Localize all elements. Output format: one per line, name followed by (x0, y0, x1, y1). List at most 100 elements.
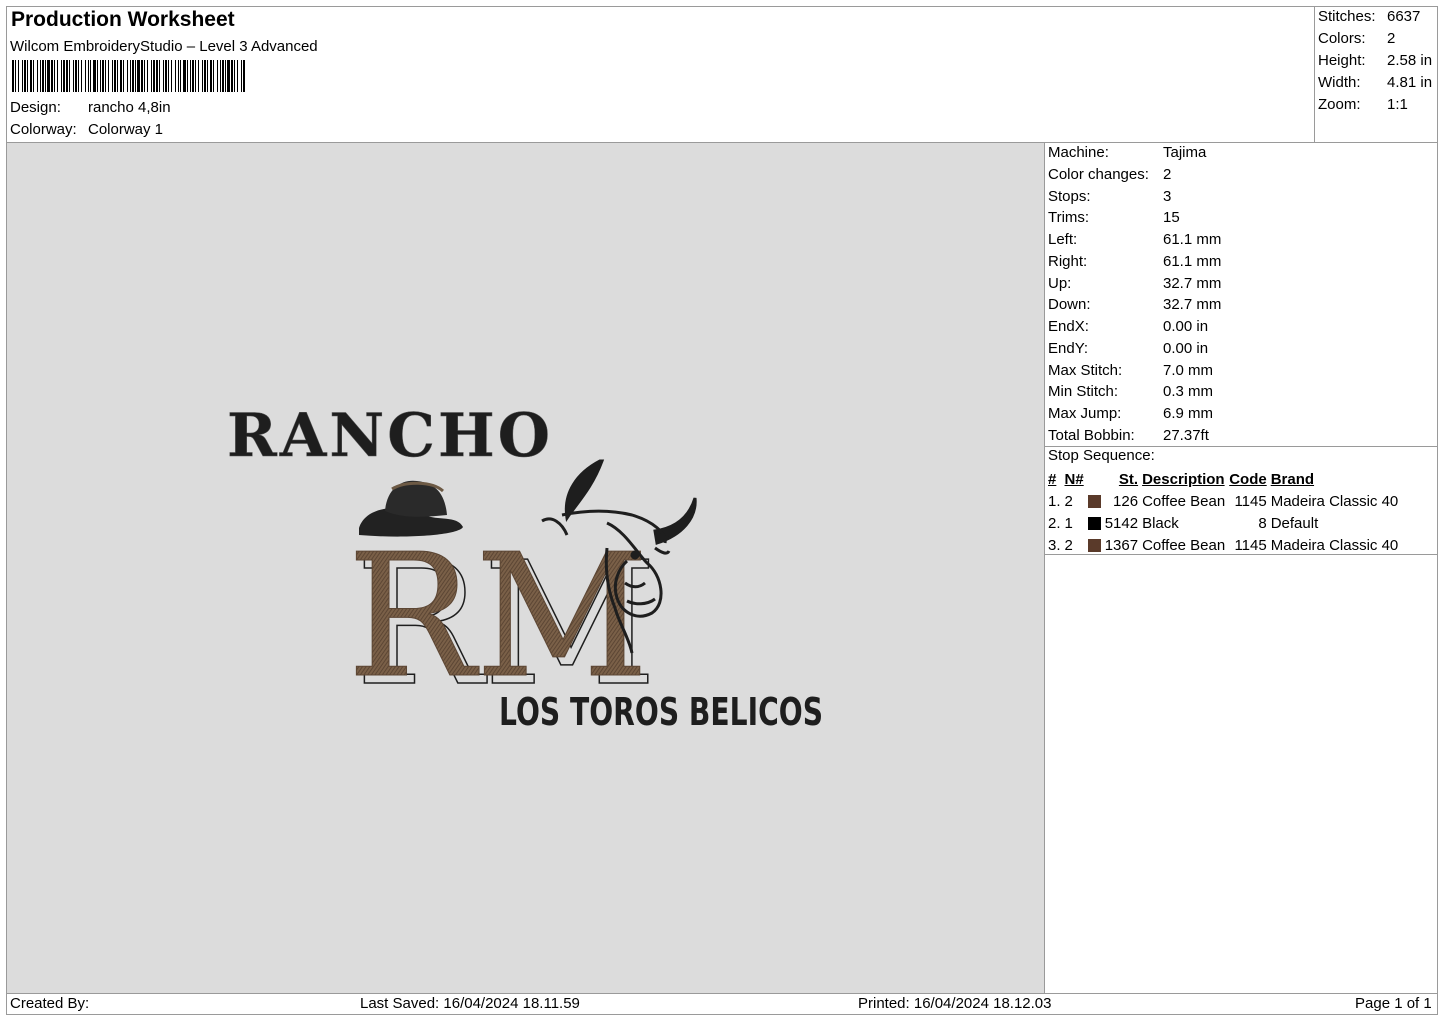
machine-label: Right: (1048, 252, 1088, 270)
colorway-row: Colorway: Colorway 1 (10, 121, 163, 138)
stitch-count: 5142 (1104, 514, 1139, 532)
machine-value: 0.00 in (1163, 318, 1209, 335)
machine-value: 32.7 mm (1163, 296, 1222, 314)
design-label: Design: (10, 99, 61, 116)
swatch-cell (1086, 534, 1103, 556)
machine-value: 15 (1163, 209, 1180, 227)
machine-row: Down: 32.7 mm (1048, 294, 1221, 316)
machine-panel: Machine: Tajima Color changes: 2 Stops: 3 T… (1048, 142, 1221, 447)
machine-label: Left: (1048, 231, 1078, 248)
stat-label: Colors: (1318, 30, 1366, 47)
colorway-label: Colorway: (10, 121, 77, 138)
last-saved: Last Saved: 16/04/2024 18.11.59 (360, 995, 580, 1012)
machine-row: Machine: Tajima (1048, 142, 1221, 164)
machine-label: Stops: (1048, 187, 1091, 205)
footer-divider (7, 993, 1438, 994)
machine-label: Total Bobbin: (1048, 426, 1135, 444)
color-swatch (1087, 495, 1101, 509)
design-top-text: RANCHO (227, 401, 553, 471)
thread-brand: Default (1270, 514, 1319, 532)
table-row: 3. 2 1367 Coffee Bean 1145 Madeira Classic 40 (1046, 534, 1400, 556)
machine-label: EndX: (1048, 318, 1089, 335)
machine-value: 6.9 mm (1163, 405, 1214, 422)
machine-label: Down: (1048, 296, 1091, 314)
machine-label: Max Jump: (1048, 405, 1122, 422)
row-number: 2. (1048, 514, 1061, 532)
table-row: 1. 2 126 Coffee Bean 1145 Madeira Classic 40 (1046, 490, 1400, 512)
page-title: Production Worksheet (11, 8, 235, 31)
machine-label: Trims: (1048, 209, 1090, 227)
machine-row: Min Stitch: 0.3 mm (1048, 381, 1221, 403)
stat-label: Height: (1318, 52, 1366, 69)
swatch-cell (1086, 512, 1103, 534)
swatch-cell (1086, 490, 1103, 512)
stat-label: Zoom: (1318, 96, 1361, 113)
machine-label: Max Stitch: (1048, 361, 1123, 379)
machine-value: 27.37ft (1163, 426, 1209, 444)
colorway-value: Colorway 1 (88, 121, 164, 138)
stat-row: Height: 2.58 in (1318, 50, 1432, 72)
stat-value: 6637 (1387, 8, 1421, 25)
machine-row: EndY: 0.00 in (1048, 338, 1221, 360)
machine-label: Up: (1048, 274, 1072, 292)
created-by: Created By: (10, 995, 90, 1012)
page-number: Page 1 of 1 (1355, 995, 1432, 1012)
machine-value: 7.0 mm (1163, 361, 1214, 379)
machine-row: Total Bobbin: 27.37ft (1048, 425, 1221, 447)
monogram-text: RM (347, 518, 649, 716)
thread-code: 8 (1258, 514, 1267, 532)
col-header-description: Description (1142, 470, 1225, 488)
table-row: 2. 1 5142 Black 8 Default (1046, 512, 1400, 534)
stat-value: 4.81 in (1387, 74, 1433, 91)
barcode (12, 60, 245, 92)
col-header-stitches: St. (1118, 470, 1139, 488)
machine-value: 61.1 mm (1163, 231, 1222, 248)
machine-label: EndY: (1048, 339, 1089, 357)
needle-number: 2 (1064, 536, 1073, 554)
col-header-num: # (1048, 470, 1057, 488)
machine-row: Stops: 3 (1048, 186, 1221, 208)
machine-row: Left: 61.1 mm (1048, 229, 1221, 251)
machine-value: 61.1 mm (1163, 252, 1222, 270)
printed-date: Printed: 16/04/2024 18.12.03 (858, 995, 1052, 1012)
stat-value: 2.58 in (1387, 52, 1433, 69)
machine-label: Machine: (1048, 144, 1109, 161)
stat-row: Zoom: 1:1 (1318, 94, 1432, 116)
color-swatch (1087, 539, 1101, 553)
stat-label: Stitches: (1318, 8, 1376, 25)
row-number: 3. (1048, 536, 1061, 554)
stat-row: Stitches: 6637 (1318, 6, 1432, 28)
thread-description: Black (1142, 514, 1179, 532)
machine-row: Color changes: 2 (1048, 164, 1221, 186)
thread-brand: Madeira Classic 40 (1270, 536, 1399, 554)
machine-row: Right: 61.1 mm (1048, 251, 1221, 273)
embroidery-design: RANCHO RM RM LOS TOROS BELICOS (227, 401, 823, 734)
machine-row: Up: 32.7 mm (1048, 273, 1221, 295)
design-preview: RANCHO RM RM LOS TOROS BELICOS (7, 143, 1044, 993)
thread-description: Coffee Bean (1142, 492, 1226, 510)
thread-code: 1145 (1234, 536, 1267, 554)
machine-value: 32.7 mm (1163, 274, 1222, 292)
stitch-count: 1367 (1104, 536, 1139, 554)
thread-code: 1145 (1234, 492, 1267, 510)
table-header-row: # N# St. Description Code Brand (1046, 468, 1400, 490)
machine-label: Color changes: (1048, 165, 1149, 183)
stat-value: 1:1 (1387, 96, 1408, 113)
row-number: 1. (1048, 492, 1061, 510)
machine-value: 3 (1163, 187, 1172, 205)
stats-panel: Stitches: 6637 Colors: 2 Height: 2.58 in Wi… (1318, 6, 1432, 116)
stop-sequence-table: # N# St. Description Code Brand 1. 2 126 Co… (1046, 468, 1400, 556)
machine-row: Max Jump: 6.9 mm (1048, 403, 1221, 425)
machine-value: 2 (1163, 165, 1172, 183)
color-swatch (1087, 517, 1101, 531)
thread-description: Coffee Bean (1142, 536, 1226, 554)
stat-value: 2 (1387, 30, 1396, 47)
machine-value: 0.3 mm (1163, 383, 1214, 401)
stat-row: Colors: 2 (1318, 28, 1432, 50)
col-header-brand: Brand (1270, 470, 1315, 488)
software-name: Wilcom EmbroideryStudio – Level 3 Advanc… (10, 38, 318, 55)
stat-row: Width: 4.81 in (1318, 72, 1432, 94)
design-row: Design: rancho 4,8in (10, 99, 171, 116)
machine-value: Tajima (1163, 144, 1207, 161)
thread-brand: Madeira Classic 40 (1270, 492, 1399, 510)
